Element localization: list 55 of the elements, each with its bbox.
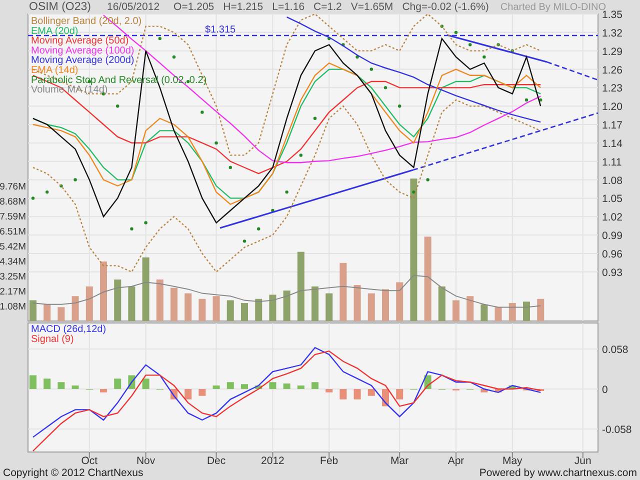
axis-label: 1.11 — [602, 156, 622, 168]
symbol-title: OSIM (O23) — [29, 1, 91, 13]
axis-label: Apr — [448, 455, 464, 467]
legend-label: Moving Average (200d) — [31, 55, 134, 66]
axis-label: 1.26 — [602, 64, 622, 76]
legend-label: Moving Average (50d) — [31, 36, 129, 47]
axis-label: Dec — [206, 455, 226, 467]
axis-label: 1.29 — [602, 46, 622, 58]
axis-label: 6.51M — [0, 226, 26, 238]
axis-label: 1.32 — [602, 27, 622, 40]
quote-value: O=1.205 — [174, 1, 214, 13]
quote-value: C=1.2 — [314, 1, 342, 13]
legend-label: MACD (26d,12d) — [31, 324, 106, 335]
quote-value: L=1.16 — [272, 1, 305, 13]
axis-label: -0.058 — [602, 424, 632, 436]
legend-label: EMA (14d) — [31, 65, 78, 76]
axis-label: 0.99 — [602, 230, 622, 242]
axis-label: 1.14 — [602, 138, 622, 150]
axis-label: 2.17M — [0, 286, 26, 298]
legend-label: Moving Average (100d) — [31, 45, 134, 56]
axis-label: May — [502, 455, 522, 467]
axis-label: Oct — [81, 455, 98, 467]
legend-label: Volume MA (14d) — [31, 84, 108, 96]
axis-label: Jun — [574, 455, 592, 467]
quote-value: H=1.215 — [223, 1, 264, 13]
quote-value: Chg=-0.02 (-1.6%) — [402, 1, 489, 13]
axis-label: 1.08M — [0, 302, 26, 312]
axis-label: 0.96 — [602, 248, 622, 260]
axis-label: 3.25M — [0, 271, 26, 282]
axis-label: 0.058 — [602, 344, 628, 356]
axis-label: 7.59M — [0, 211, 26, 222]
price-level-label: $1.315 — [205, 24, 236, 36]
axis-label: 1.35 — [602, 9, 622, 21]
axis-label: 9.76M — [0, 181, 26, 192]
axis-label: Mar — [390, 455, 409, 467]
legend-label: EMA (20d) — [31, 26, 78, 37]
axis-label: 1.05 — [602, 193, 622, 206]
quote-value: V=1.65M — [350, 1, 394, 13]
axis-label: 1.02 — [602, 212, 622, 224]
axis-label: 8.68M — [0, 196, 26, 208]
axis-label: 1.23 — [602, 82, 622, 95]
axis-label: 2012 — [261, 455, 284, 467]
legend-label: Signal (9) — [31, 334, 74, 345]
axis-label: 1.20 — [602, 101, 622, 114]
axis-label: 1.17 — [602, 120, 622, 132]
axis-label: Nov — [136, 455, 156, 467]
axis-label: 1.08 — [602, 174, 622, 187]
copyright-text: Copyright © 2012 ChartNexus — [3, 467, 144, 479]
quote-date: 16/05/2012 — [106, 1, 160, 13]
axis-label: 0 — [602, 384, 608, 396]
axis-label: 0.93 — [602, 266, 622, 279]
powered-by-text: Powered by www.chartnexus.com — [479, 467, 637, 479]
axis-label: 4.34M — [0, 256, 26, 268]
axis-label: Feb — [320, 455, 338, 467]
axis-label: 5.42M — [0, 241, 26, 252]
